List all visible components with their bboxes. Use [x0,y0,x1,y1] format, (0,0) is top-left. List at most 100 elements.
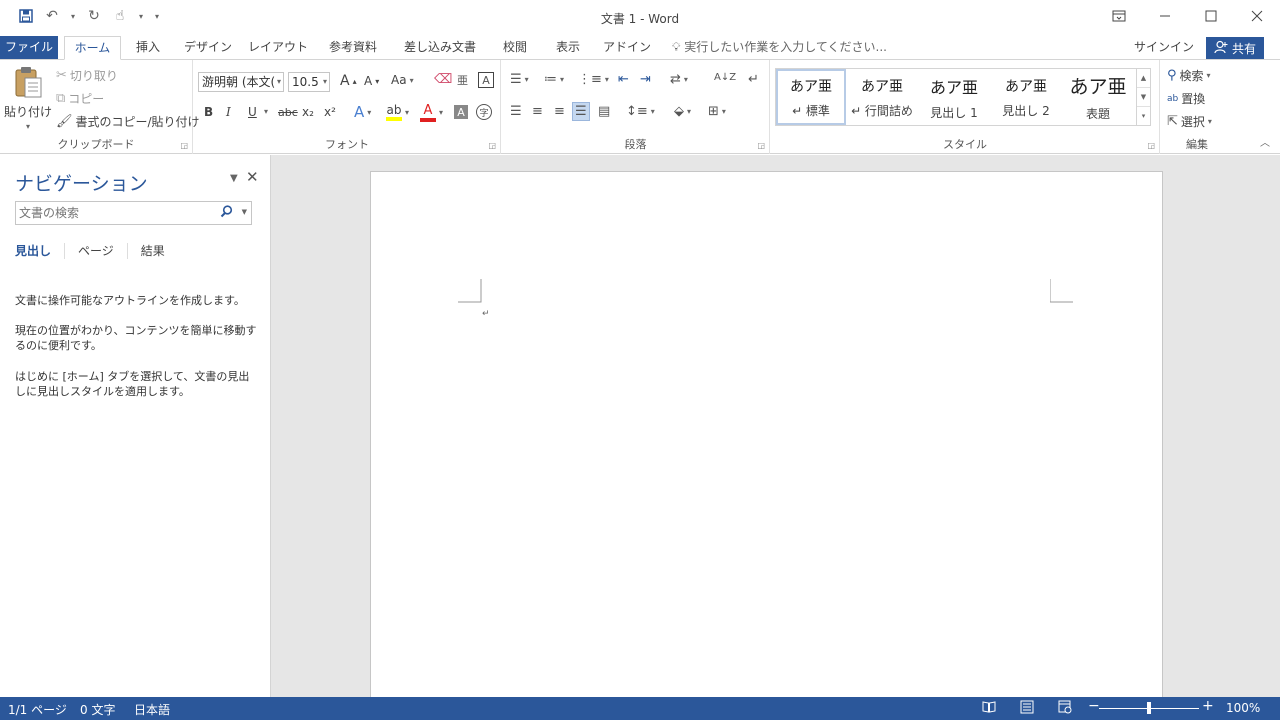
paragraph-launcher-icon[interactable]: ◲ [757,141,765,150]
align-center-button[interactable]: ≡ [532,104,543,119]
font-color-button[interactable]: A ▾ [420,103,443,122]
tab-design[interactable]: デザイン [182,36,234,60]
gallery-more-icon[interactable]: ▾ [1137,107,1150,125]
language-indicator[interactable]: 日本語 [134,701,170,718]
numbering-button[interactable]: ≔ ▾ [544,72,564,87]
font-name-box[interactable]: 游明朝 (本文( ▾ [198,72,284,92]
nav-pane-close-icon[interactable]: ✕ [246,168,259,186]
clear-formatting-button[interactable]: ⌫ [434,72,452,87]
replace-button[interactable]: ab 置換 [1167,90,1205,107]
strikethrough-button[interactable]: abc [278,106,298,119]
share-button[interactable]: 共有 [1206,37,1264,59]
read-mode-icon[interactable] [982,700,996,717]
highlight-button[interactable]: ab︎ ▾ [386,103,409,121]
select-dropdown-icon[interactable]: ▾ [1208,117,1212,126]
distributed-icon: ▤ [598,104,611,119]
style-title[interactable]: あア亜 表題 [1062,69,1134,125]
tab-review[interactable]: 校閲 [496,36,534,60]
bullets-button[interactable]: ☰ ▾ [510,72,529,87]
select-button[interactable]: ⇱ 選択 ▾ [1167,113,1212,130]
style-heading-1[interactable]: あア亜 見出し 1 [918,69,990,125]
justify-button[interactable]: ☰ [572,102,590,121]
tab-insert[interactable]: 挿入 [128,36,168,60]
nav-tab-results[interactable]: 結果 [128,243,178,259]
nav-tab-headings[interactable]: 見出し [15,243,66,259]
gallery-up-icon[interactable]: ▲ [1137,69,1150,88]
styles-launcher-icon[interactable]: ◲ [1147,141,1155,150]
borders-button[interactable]: ⊞ ▾ [708,104,726,119]
gallery-down-icon[interactable]: ▼ [1137,88,1150,107]
nav-search-input[interactable] [16,202,216,224]
decrease-indent-button[interactable]: ⇤ [618,72,629,87]
nav-tab-pages[interactable]: ページ [65,243,128,259]
font-launcher-icon[interactable]: ◲ [488,141,496,150]
word-count[interactable]: 0 文字 [80,701,115,718]
tab-view[interactable]: 表示 [548,36,588,60]
distributed-button[interactable]: ▤ [598,104,610,119]
bold-button[interactable]: B [204,105,213,119]
paste-dropdown-icon[interactable]: ▾ [26,122,30,131]
tell-me-box[interactable]: 💡︎ 実行したい作業を入力してください... [672,36,887,60]
style-normal[interactable]: あア亜 ↵ 標準 [776,69,846,125]
tab-file[interactable]: ファイル [0,36,58,60]
character-shading-button[interactable]: A [454,105,468,119]
close-icon[interactable] [1234,0,1280,32]
italic-button[interactable]: I [226,105,231,119]
maximize-icon[interactable] [1188,0,1234,32]
tab-addins[interactable]: アドイン [602,36,652,60]
tab-mailings[interactable]: 差し込み文書 [398,36,482,60]
text-effects-button[interactable]: A ▾ [354,103,371,121]
superscript-button[interactable]: x² [324,105,336,119]
nav-pane-menu-icon[interactable]: ▼ [230,173,238,184]
font-size-box[interactable]: 10.5 ▾ [288,72,330,92]
shading-button[interactable]: ⬙ ▾ [674,104,691,119]
nav-search-dropdown-icon[interactable]: ▼ [242,208,247,216]
zoom-slider-thumb[interactable] [1147,702,1151,714]
asian-layout-button[interactable]: ⇄ ▾ [670,72,688,87]
align-right-button[interactable]: ≡ [554,104,565,119]
signin-link[interactable]: サインイン [1134,36,1194,58]
find-dropdown-icon[interactable]: ▾ [1207,71,1211,80]
shrink-font-button[interactable]: A ▾ [364,74,379,88]
cut-button[interactable]: ✂ 切り取り [56,67,118,84]
zoom-out-button[interactable]: − [1088,698,1100,714]
tab-home[interactable]: ホーム [64,36,121,60]
page-count[interactable]: 1/1 ページ [8,701,67,718]
align-left-button[interactable]: ☰ [510,104,522,119]
font-size-dropdown-icon[interactable]: ▾ [323,73,327,91]
align-center-icon: ≡ [532,104,543,119]
format-painter-button[interactable]: 🖌︎ 書式のコピー/貼り付け [56,113,200,130]
style-no-spacing[interactable]: あア亜 ↵ 行間詰め [846,69,918,125]
zoom-in-button[interactable]: + [1202,698,1214,714]
collapse-ribbon-icon[interactable]: ︿ [1260,134,1270,149]
phonetic-guide-button[interactable]: 亜 [457,72,468,88]
increase-indent-button[interactable]: ⇥ [640,72,651,87]
show-marks-button[interactable]: ↵ [748,72,759,87]
find-button[interactable]: ⚲ 検索 ▾ [1167,67,1211,84]
clipboard-launcher-icon[interactable]: ◲ [180,141,188,150]
tab-layout[interactable]: レイアウト [248,36,308,60]
change-case-button[interactable]: Aa ▾ [391,73,414,87]
document-page[interactable]: ↵ [370,171,1163,697]
web-layout-icon[interactable] [1058,700,1072,717]
copy-button[interactable]: ⧉ コピー [56,90,104,107]
sort-button[interactable]: A↓Z [714,72,736,83]
ribbon-display-icon[interactable] [1096,0,1142,32]
minimize-icon[interactable] [1142,0,1188,32]
multilevel-list-button[interactable]: ⋮≡ ▾ [578,72,609,87]
zoom-level[interactable]: 100% [1226,701,1260,715]
paste-button[interactable]: 貼り付け ▾ [4,66,52,131]
style-heading-2[interactable]: あア亜 見出し 2 [990,69,1062,125]
print-layout-icon[interactable] [1020,700,1034,717]
line-spacing-button[interactable]: ↕≡ ▾ [626,104,655,119]
underline-button[interactable]: U [248,105,257,119]
grow-font-button[interactable]: A ▴ [340,73,357,89]
search-icon[interactable] [220,205,233,222]
subscript-button[interactable]: x₂ [302,105,314,119]
character-border-button[interactable]: A [478,72,494,88]
font-name-dropdown-icon[interactable]: ▾ [277,73,281,91]
scissors-icon: ✂ [56,68,67,83]
enclose-characters-button[interactable]: 字 [476,104,492,120]
underline-dropdown-icon[interactable]: ▾ [264,107,268,116]
tab-references[interactable]: 参考資料 [322,36,384,60]
